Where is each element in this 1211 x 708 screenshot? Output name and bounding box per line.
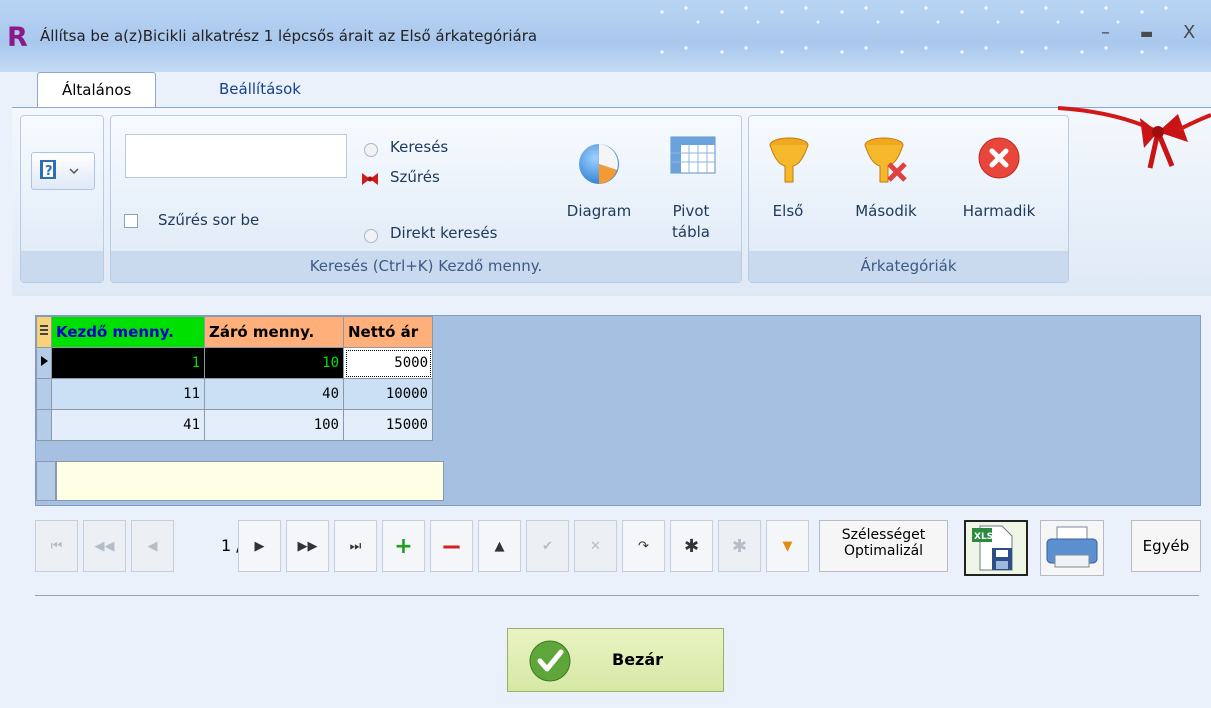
cell-start-qty[interactable]: 1 <box>51 347 205 379</box>
delete-record-icon[interactable]: − <box>430 520 473 572</box>
cell-net-price[interactable]: 5000 <box>343 347 433 379</box>
close-button[interactable]: Bezár <box>507 628 724 692</box>
tab-settings[interactable]: Beállítások <box>195 72 325 107</box>
table-row[interactable]: 41 100 15000 <box>36 409 433 441</box>
table-row[interactable]: 11 40 10000 <box>36 378 433 410</box>
confirm-edit-icon[interactable]: ✔ <box>526 520 569 572</box>
new-row[interactable] <box>36 461 444 501</box>
printer-icon <box>1046 526 1098 568</box>
add-record-icon[interactable]: + <box>382 520 425 572</box>
row-indicator[interactable] <box>36 409 52 441</box>
checkmark-icon <box>529 640 571 682</box>
data-grid[interactable]: Kezdő menny. Záró menny. Nettó ár 1 10 5… <box>35 315 1201 506</box>
direct-search-label: Direkt keresés <box>390 224 498 242</box>
second-category-button[interactable]: Második <box>841 202 931 220</box>
price-category-group: Első Második Harmadik Árkategóriák <box>748 115 1069 283</box>
excel-save-icon: XLS <box>972 525 1013 571</box>
help-group: ? <box>20 115 104 283</box>
help-dropdown-button[interactable]: ? <box>31 152 95 190</box>
prev-page-button[interactable]: ◀◀ <box>83 520 126 572</box>
help-book-icon: ? <box>40 160 79 179</box>
row-selector-header[interactable] <box>36 316 52 348</box>
cell-start-qty[interactable]: 41 <box>51 409 205 441</box>
search-group-label: Keresés (Ctrl+K) Kezdő menny. <box>111 251 741 282</box>
tab-general[interactable]: Általános <box>37 72 157 109</box>
funnel-first-icon[interactable] <box>768 136 810 186</box>
print-button[interactable] <box>1040 520 1104 576</box>
search-input[interactable] <box>125 134 347 178</box>
optimize-width-line2: Optimalizál <box>843 543 924 559</box>
funnel-second-icon[interactable] <box>863 136 909 186</box>
optimize-width-line1: Szélességet <box>841 527 926 543</box>
price-table: Kezdő menny. Záró menny. Nettó ár 1 10 5… <box>36 316 433 441</box>
asterisk-disabled-icon[interactable]: ✱ <box>718 520 761 572</box>
row-indicator[interactable] <box>36 347 52 379</box>
maximize-button[interactable]: ▬ <box>1140 26 1153 42</box>
table-row[interactable]: 1 10 5000 <box>36 347 433 379</box>
xls-label: XLS <box>974 532 993 542</box>
col-header-end-qty[interactable]: Záró menny. <box>204 316 344 348</box>
cancel-edit-icon[interactable]: ✕ <box>574 520 617 572</box>
cell-net-price[interactable]: 10000 <box>343 378 433 410</box>
first-record-button[interactable]: ⏮ <box>35 520 78 572</box>
search-radio[interactable] <box>364 143 378 157</box>
col-header-net-price[interactable]: Nettó ár <box>343 316 433 348</box>
close-button-label: Bezár <box>612 650 664 669</box>
diagram-button[interactable]: Diagram <box>564 202 634 220</box>
filter-row-label: Szűrés sor be <box>158 211 260 229</box>
close-window-button[interactable]: X <box>1183 22 1195 43</box>
gift-ribbon-icon <box>1058 106 1211 169</box>
svg-text:?: ? <box>45 164 53 179</box>
cell-end-qty[interactable]: 10 <box>204 347 344 379</box>
record-navigator: ⏮ ◀◀ ◀ 1 / 3 ▶ ▶▶ ⏭ + − ▲ ✔ ✕ ↷ ✱ ✱ ▼ Sz… <box>35 520 1205 576</box>
separator <box>35 595 1199 596</box>
asterisk-icon[interactable]: ✱ <box>670 520 713 572</box>
other-button[interactable]: Egyéb <box>1131 520 1201 572</box>
move-up-icon[interactable]: ▲ <box>478 520 521 572</box>
direct-search-radio[interactable] <box>364 229 378 243</box>
grid-menu-icon <box>40 325 48 335</box>
help-group-label <box>21 251 103 282</box>
cell-start-qty[interactable]: 11 <box>51 378 205 410</box>
cancel-circle-icon[interactable] <box>977 136 1021 180</box>
app-logo-icon: R <box>7 22 28 53</box>
pivot-button-line2[interactable]: tábla <box>661 223 721 241</box>
ribbon: ? Szűrés sor be Keresés Szűrés Direkt ke… <box>12 107 1211 296</box>
row-indicator[interactable] <box>36 378 52 410</box>
snow-decoration <box>650 0 1170 60</box>
window-title: Állítsa be a(z)Bicikli alkatrész 1 lépcs… <box>40 27 538 45</box>
next-record-button[interactable]: ▶ <box>238 520 281 572</box>
filter-row-checkbox[interactable] <box>124 214 138 228</box>
filter-radio-label[interactable]: Szűrés <box>390 168 440 186</box>
export-xls-button[interactable]: XLS <box>964 520 1028 576</box>
pie-chart-icon[interactable] <box>577 142 621 186</box>
pivot-button-line1[interactable]: Pivot <box>661 202 721 220</box>
first-category-button[interactable]: Első <box>763 202 813 220</box>
last-record-button[interactable]: ⏭ <box>334 520 377 572</box>
prev-record-button[interactable]: ◀ <box>131 520 174 572</box>
cell-end-qty[interactable]: 100 <box>204 409 344 441</box>
next-page-button[interactable]: ▶▶ <box>286 520 329 572</box>
title-bar: R Állítsa be a(z)Bicikli alkatrész 1 lép… <box>0 0 1211 72</box>
col-header-start-qty[interactable]: Kezdő menny. <box>51 316 205 348</box>
new-row-indicator[interactable] <box>36 461 56 501</box>
optimize-width-button[interactable]: Szélességet Optimalizál <box>819 520 948 572</box>
cell-end-qty[interactable]: 40 <box>204 378 344 410</box>
third-category-button[interactable]: Harmadik <box>953 202 1045 220</box>
search-radio-label: Keresés <box>390 138 449 156</box>
search-group: Szűrés sor be Keresés Szűrés Direkt kere… <box>110 115 742 283</box>
cell-net-price[interactable]: 15000 <box>343 409 433 441</box>
bow-icon <box>362 173 378 185</box>
minimize-button[interactable]: – <box>1101 22 1110 43</box>
new-row-input[interactable] <box>56 461 444 501</box>
current-row-icon <box>41 356 48 366</box>
pivot-table-icon[interactable] <box>670 136 716 176</box>
filter-funnel-icon[interactable]: ▼ <box>766 520 809 572</box>
refresh-icon[interactable]: ↷ <box>622 520 665 572</box>
price-group-label: Árkategóriák <box>749 251 1068 282</box>
